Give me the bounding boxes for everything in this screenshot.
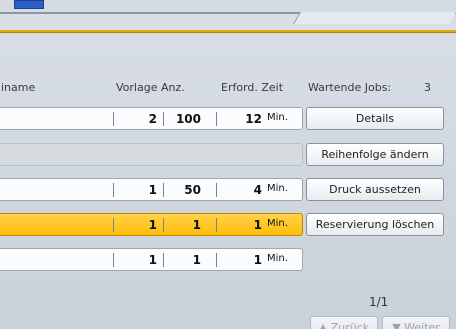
row-quantity: 50 — [184, 183, 201, 197]
header-required-time: Erford. Zeit — [221, 81, 284, 94]
row-separator — [113, 218, 114, 232]
job-row-4[interactable]: 1 1 1 Min. — [0, 248, 303, 271]
tab-notch — [293, 12, 456, 24]
row-separator — [163, 253, 164, 267]
previous-page-button[interactable]: ▲ Zurück — [310, 316, 378, 329]
delete-reservation-button[interactable]: Reservierung löschen — [306, 213, 444, 236]
tab-strip — [0, 12, 456, 30]
row-originals: 1 — [148, 183, 157, 197]
row-time: 12 — [245, 112, 262, 126]
change-order-button[interactable]: Reihenfolge ändern — [306, 143, 444, 166]
header-waiting-jobs-count: 3 — [424, 81, 431, 94]
row-originals: 2 — [148, 112, 157, 126]
row-separator — [216, 112, 217, 126]
next-page-button[interactable]: ▼ Weiter — [382, 316, 450, 329]
job-list-icon — [14, 0, 44, 9]
job-row-3-selected[interactable]: 1 1 1 Min. — [0, 213, 303, 236]
header-originals-qty: Vorlage Anz. — [116, 81, 185, 94]
row-separator — [163, 218, 164, 232]
row-time-unit: Min. — [267, 253, 288, 264]
row-time: 1 — [253, 218, 262, 232]
row-separator — [216, 253, 217, 267]
row-time-unit: Min. — [267, 112, 288, 123]
header-file-name: iname — [1, 81, 36, 94]
row-quantity: 1 — [192, 253, 201, 267]
row-originals: 1 — [148, 218, 157, 232]
row-time: 1 — [253, 253, 262, 267]
row-separator — [113, 112, 114, 126]
page-indicator: 1/1 — [369, 295, 389, 309]
job-row-1[interactable]: 2 100 12 Min. — [0, 107, 303, 130]
job-row-empty — [0, 143, 303, 166]
details-button[interactable]: Details — [306, 107, 444, 130]
row-separator — [113, 253, 114, 267]
row-separator — [163, 112, 164, 126]
row-originals: 1 — [148, 253, 157, 267]
accent-rule — [0, 30, 456, 33]
suspend-print-button[interactable]: Druck aussetzen — [306, 178, 444, 201]
row-time-unit: Min. — [267, 183, 288, 194]
row-time: 4 — [253, 183, 262, 197]
header-waiting-jobs-label: Wartende Jobs: — [308, 81, 392, 94]
row-separator — [216, 218, 217, 232]
row-quantity: 100 — [175, 112, 201, 126]
row-separator — [163, 183, 164, 197]
row-separator — [216, 183, 217, 197]
row-separator — [113, 183, 114, 197]
job-row-2[interactable]: 1 50 4 Min. — [0, 178, 303, 201]
row-quantity: 1 — [192, 218, 201, 232]
row-time-unit: Min. — [267, 218, 288, 229]
